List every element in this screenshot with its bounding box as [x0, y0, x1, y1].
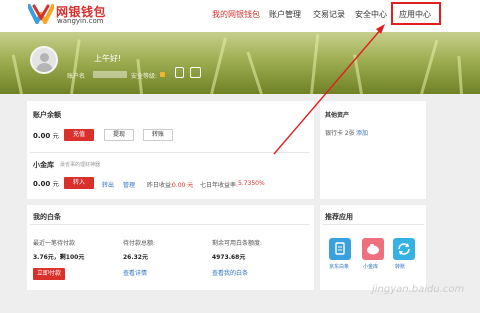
- piggy-bank-icon: [367, 244, 379, 255]
- total-due-value: 26.32元: [123, 254, 148, 261]
- nav-security-center[interactable]: 安全中心: [355, 9, 387, 20]
- app-transfer-label[interactable]: 转账: [395, 263, 405, 270]
- recent-payment-label: 最近一笔待付款: [33, 240, 76, 247]
- top-header: 网银钱包 wangyin.com 我的网银钱包 账户管理 交易记录 安全中心 应…: [0, 0, 480, 32]
- bank-card-count: 银行卡 2张: [325, 130, 355, 137]
- app-jd-white[interactable]: [329, 238, 351, 260]
- app-vault-label[interactable]: 小金库: [363, 263, 378, 270]
- vault-amount: 0.00 元: [33, 180, 59, 188]
- security-level-label: 安全等级:: [131, 73, 158, 80]
- user-avatar[interactable]: [30, 46, 58, 74]
- app-center-highlight-box: [391, 2, 441, 25]
- transfer-button[interactable]: 转账: [143, 129, 173, 141]
- view-my-white-link[interactable]: 查看我的白条: [212, 268, 248, 277]
- brand-logo-icon[interactable]: [28, 4, 54, 24]
- pay-now-button[interactable]: 立即付款: [33, 268, 65, 280]
- vault-out-link[interactable]: 转出: [102, 180, 114, 189]
- vault-manage-link[interactable]: 管理: [123, 180, 135, 189]
- nav-my-wallet[interactable]: 我的网银钱包: [212, 9, 260, 20]
- vault-title: 小金库: [33, 161, 54, 169]
- my-white-title: 我的白条: [33, 213, 61, 221]
- withdraw-button[interactable]: 提现: [104, 129, 134, 141]
- refresh-icon: [398, 243, 410, 255]
- vault-in-button[interactable]: 转入: [64, 177, 94, 189]
- security-level-indicator: [160, 72, 165, 77]
- yesterday-income-label: 昨日收益:: [147, 182, 174, 189]
- app-jd-white-label[interactable]: 京东白条: [329, 263, 349, 270]
- app-transfer[interactable]: [393, 238, 415, 260]
- recommended-apps-title: 推荐应用: [325, 213, 353, 221]
- id-card-icon[interactable]: [190, 67, 201, 78]
- nav-transactions[interactable]: 交易记录: [313, 9, 345, 20]
- remaining-credit-value: 4973.68元: [212, 254, 246, 261]
- yesterday-income-value: 0.00 元: [172, 182, 194, 189]
- app-vault[interactable]: [362, 238, 384, 260]
- recent-payment-value: 3.76元，剩100元: [33, 254, 85, 261]
- seven-day-rate-value: 5.7350%: [238, 180, 265, 187]
- my-white-panel: [27, 205, 314, 290]
- balance-title: 账户余额: [33, 111, 61, 119]
- balance-divider: [30, 152, 310, 153]
- nav-account-management[interactable]: 账户管理: [269, 9, 301, 20]
- total-due-label: 待付款总额:: [123, 240, 156, 247]
- masked-account-name: [93, 71, 127, 78]
- seven-day-rate-label: 七日年收益率:: [200, 182, 239, 189]
- greeting-text: 上午好!: [94, 54, 122, 63]
- other-assets-title: 其他资产: [325, 112, 350, 119]
- receipt-icon: [335, 242, 345, 255]
- profile-banner: [0, 32, 480, 94]
- remaining-credit-label: 剩余可用白条额度:: [212, 240, 263, 247]
- brand-domain: wangyin.com: [57, 17, 104, 25]
- watermark: jingyan.baidu.com: [372, 284, 465, 295]
- add-bank-card-link[interactable]: 添加: [356, 128, 368, 137]
- vault-subtitle: 最省事的理财神器: [60, 162, 101, 168]
- recharge-button[interactable]: 充值: [64, 129, 94, 141]
- balance-amount: 0.00 元: [33, 132, 59, 140]
- account-name-label: 账户名: [67, 73, 86, 80]
- phone-icon[interactable]: [175, 67, 184, 78]
- view-details-link[interactable]: 查看详情: [123, 268, 147, 277]
